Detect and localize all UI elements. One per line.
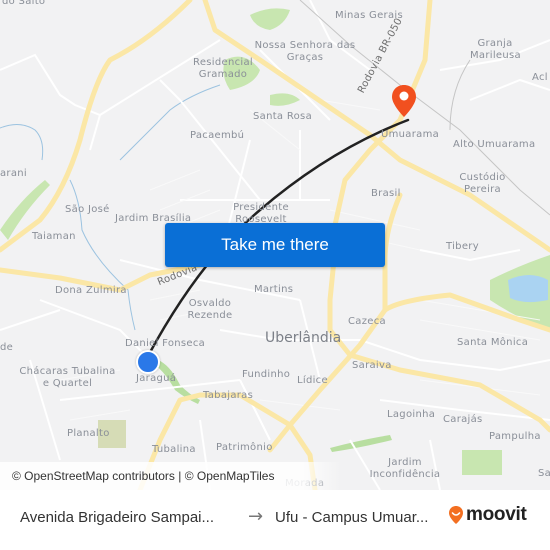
neighborhood-label: Saraiva <box>352 360 392 371</box>
neighborhood-label: Tubalina <box>152 444 196 455</box>
arrow-right-icon: → <box>248 506 264 527</box>
neighborhood-label: Lagoinha <box>387 409 436 420</box>
map-attribution: © OpenStreetMap contributors | © OpenMap… <box>0 462 550 490</box>
neighborhood-label: Tabajaras <box>203 390 254 401</box>
neighborhood-label: Residencial Gramado <box>193 57 253 80</box>
neighborhood-label: Daniel Fonseca <box>125 338 206 349</box>
neighborhood-label: São José <box>65 204 110 215</box>
moovit-pin-icon <box>449 506 463 524</box>
neighborhood-label: Osvaldo Rezende <box>187 298 233 321</box>
neighborhood-label: Planalto <box>67 428 110 439</box>
origin-stop-name: Avenida Brigadeiro Sampai... <box>20 509 215 526</box>
neighborhood-label: do Salto <box>2 0 46 7</box>
neighborhood-label: Pampulha <box>489 431 541 442</box>
neighborhood-label: Cazeca <box>348 316 386 327</box>
moovit-logo[interactable]: moovit <box>448 504 527 526</box>
neighborhood-label: Lídice <box>297 375 328 386</box>
neighborhood-label: arani <box>0 168 27 179</box>
neighborhood-label: Chácaras Tubalina e Quartel <box>19 366 116 389</box>
neighborhood-label: Pacaembú <box>190 130 245 141</box>
stream <box>69 179 136 331</box>
neighborhood-label: Custódio Pereira <box>459 172 506 195</box>
route-footer: Avenida Brigadeiro Sampai... → Ufu - Cam… <box>0 490 550 550</box>
neighborhood-label: Brasil <box>371 188 401 199</box>
stream <box>119 84 221 161</box>
destination-pin-icon[interactable] <box>391 84 417 118</box>
neighborhood-label: Umuarama <box>381 129 440 140</box>
neighborhood-label: Taiaman <box>32 231 76 242</box>
origin-marker-icon[interactable] <box>136 350 160 374</box>
neighborhood-label: de <box>0 342 14 353</box>
neighborhood-label: Fundinho <box>242 369 291 380</box>
neighborhood-label: Martins <box>254 284 294 295</box>
destination-stop-name: Ufu - Campus Umuar... <box>275 509 429 526</box>
attribution-text[interactable]: © OpenStreetMap contributors | © OpenMap… <box>12 469 274 483</box>
park <box>250 8 290 31</box>
city-label: Uberlândia <box>265 330 342 346</box>
moovit-wordmark: moovit <box>466 504 527 525</box>
neighborhood-label: Carajás <box>443 414 483 425</box>
neighborhood-label: Santa Rosa <box>253 111 312 122</box>
neighborhood-label: Santa Mônica <box>457 337 529 348</box>
neighborhood-label: Acl <box>532 72 548 83</box>
neighborhood-label: Nossa Senhora das Graças <box>254 40 356 63</box>
neighborhood-label: Jaraguá <box>136 373 177 384</box>
neighborhood-label: Granja Marileusa <box>470 38 521 61</box>
lake <box>508 275 548 303</box>
neighborhood-label: Dona Zulmira <box>55 285 127 296</box>
neighborhood-label: Tibery <box>446 241 479 252</box>
railway <box>449 59 471 131</box>
park <box>330 435 392 452</box>
neighborhood-label: Patrimônio <box>216 442 273 453</box>
take-me-there-button[interactable]: Take me there <box>165 223 385 267</box>
neighborhood-label: Alto Umuarama <box>453 139 536 150</box>
stream <box>0 124 44 161</box>
map[interactable]: do Salto Minas Gerais Nossa Senhora das … <box>0 0 550 490</box>
park <box>270 93 300 106</box>
